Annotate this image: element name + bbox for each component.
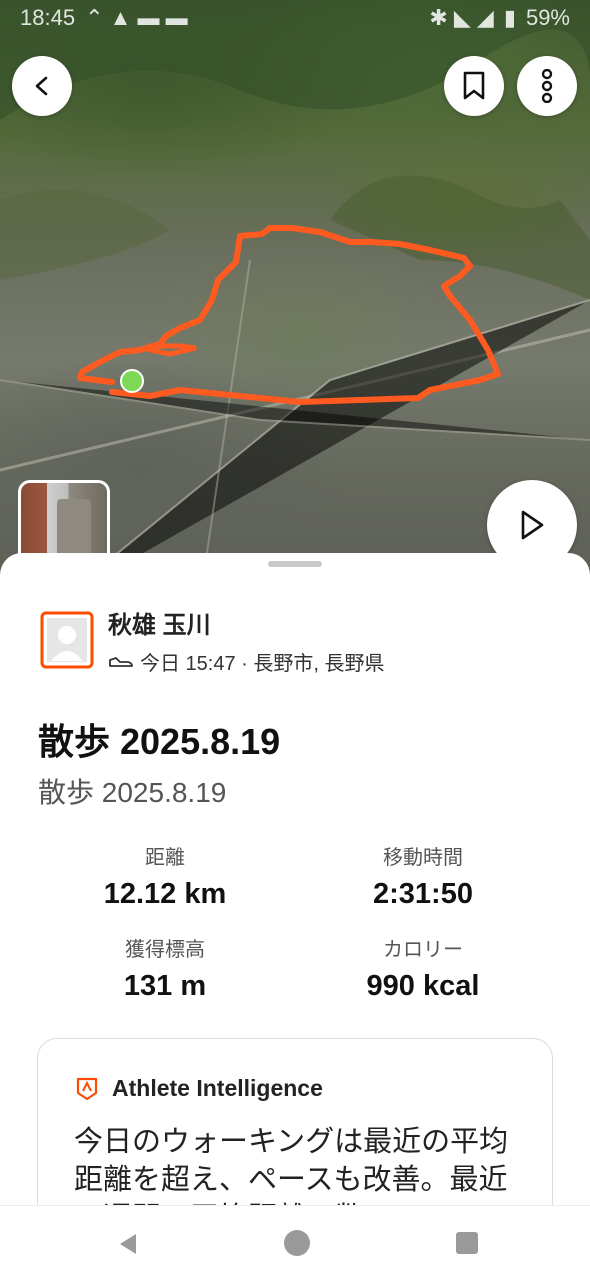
- more-options-button[interactable]: [517, 56, 577, 116]
- stat-label: 獲得標高: [125, 939, 205, 961]
- status-bar: 18:45 ⌃ ▲ ▬ ▬ ✱ ◣ ◢ ▮ 59%: [0, 0, 590, 36]
- activity-description: 散歩 2025.8.19: [38, 777, 227, 808]
- activity-meta: 今日 15:47 · 長野市, 長野県: [108, 647, 385, 676]
- more-vertical-icon: [541, 69, 553, 103]
- activity-title: 散歩 2025.8.19: [38, 721, 281, 762]
- stat-label: カロリー: [383, 939, 463, 961]
- athlete-name[interactable]: 秋雄 玉川: [108, 611, 385, 641]
- athlete-intelligence-title: Athlete Intelligence: [112, 1075, 323, 1101]
- activity-screen: 18:45 ⌃ ▲ ▬ ▬ ✱ ◣ ◢ ▮ 59% 秋雄 玉川 今日 15:47…: [0, 0, 590, 1279]
- battery-level: 59%: [525, 5, 570, 30]
- signal-icons: ✱ ◣ ◢: [429, 5, 494, 30]
- stat-label: 距離: [145, 847, 185, 869]
- athlete-info: 秋雄 玉川 今日 15:47 · 長野市, 長野県: [108, 611, 385, 676]
- back-button[interactable]: [12, 56, 72, 116]
- stat-value: 131 m: [123, 970, 207, 1002]
- photo-content: [57, 499, 91, 559]
- nav-back-icon[interactable]: [116, 1232, 140, 1256]
- stat-value: 2:31:50: [373, 878, 473, 910]
- system-navigation-bar: [0, 1205, 590, 1279]
- activity-date-location: 今日 15:47 · 長野市, 長野県: [140, 653, 385, 675]
- athlete-intelligence-header: Athlete Intelligence: [76, 1075, 323, 1102]
- nav-recents-icon[interactable]: [456, 1232, 478, 1254]
- stat-distance: 距離 12.12 km: [35, 841, 295, 911]
- bookmark-icon: [463, 71, 485, 100]
- nav-home-icon[interactable]: [284, 1230, 310, 1256]
- start-marker: [120, 369, 144, 393]
- play-icon: [521, 510, 544, 540]
- athlete-header[interactable]: 秋雄 玉川 今日 15:47 · 長野市, 長野県: [40, 611, 385, 676]
- stat-value: 12.12 km: [103, 878, 227, 910]
- stat-elevation-gain: 獲得標高 131 m: [35, 933, 295, 1003]
- stat-label: 移動時間: [383, 847, 463, 869]
- activity-details-sheet: 秋雄 玉川 今日 15:47 · 長野市, 長野県 散歩 2025.8.19 散…: [0, 553, 590, 1258]
- bookmark-button[interactable]: [444, 56, 504, 116]
- athlete-intelligence-icon: [76, 1077, 98, 1100]
- status-time: 18:45: [20, 5, 76, 30]
- chevron-left-icon: [35, 76, 48, 96]
- notification-icons: ⌃ ▲ ▬ ▬: [85, 5, 188, 30]
- battery-icon: ▮: [503, 5, 516, 30]
- stat-calories: カロリー 990 kcal: [293, 933, 553, 1003]
- stat-moving-time: 移動時間 2:31:50: [293, 841, 553, 911]
- shoe-icon: [109, 656, 133, 667]
- avatar[interactable]: [40, 611, 94, 669]
- stat-value: 990 kcal: [366, 970, 480, 1002]
- sheet-drag-handle[interactable]: [268, 561, 322, 567]
